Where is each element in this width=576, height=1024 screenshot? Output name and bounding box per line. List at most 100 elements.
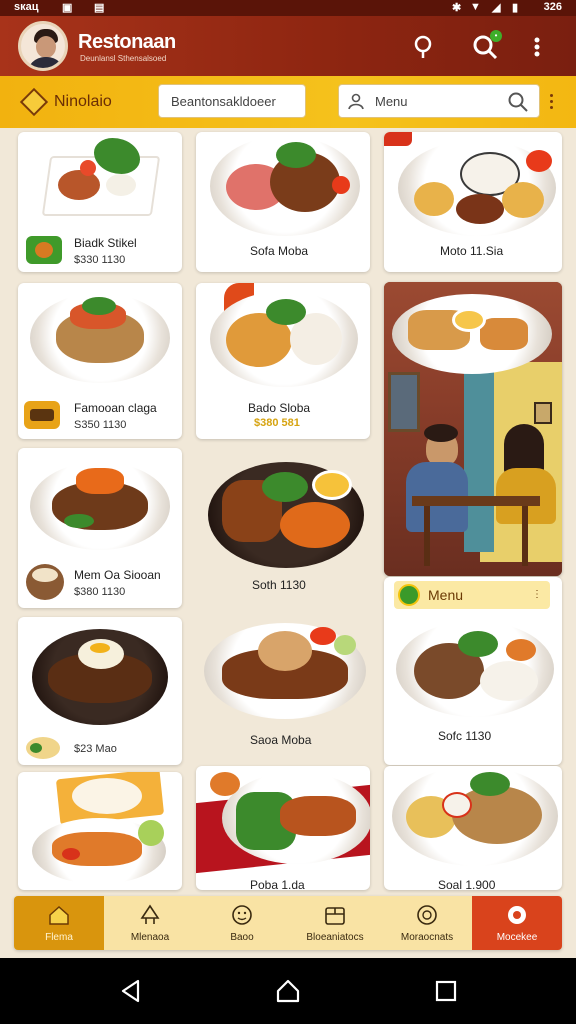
dish-title: Soth 1130 xyxy=(252,578,306,592)
dish-card[interactable]: Soal 1.900 xyxy=(384,766,562,890)
dish-image xyxy=(208,462,364,568)
dish-card[interactable]: Mem Oa Siooan $380 1130 xyxy=(18,448,182,608)
bluetooth-icon: ✱ xyxy=(452,2,462,14)
dish-card[interactable]: Famooan claga S350 1130 xyxy=(18,283,182,439)
flower-icon xyxy=(508,906,526,924)
dish-image xyxy=(206,283,362,391)
dish-image xyxy=(36,136,166,226)
face-icon xyxy=(232,905,252,925)
battery-icon: ▮ xyxy=(512,2,519,14)
dish-price: $380 581 xyxy=(254,417,300,429)
dish-thumb xyxy=(26,236,62,264)
nav-label: Mlenaoa xyxy=(130,932,170,943)
nav-item-bag[interactable]: Baoo xyxy=(196,896,288,950)
search-icon[interactable]: • xyxy=(470,30,502,62)
wifi-icon: ▼ xyxy=(470,1,481,13)
dish-card[interactable]: Bado Sloba $380 581 xyxy=(196,283,370,439)
dish-image xyxy=(28,772,174,884)
signal-icon: ◢ xyxy=(492,2,501,14)
dish-title: Biadk Stikel xyxy=(74,236,137,250)
nav-label: Bloeaniatocs xyxy=(306,932,364,943)
diamond-icon xyxy=(19,87,49,117)
dish-title: Sofa Moba xyxy=(250,244,309,258)
back-icon[interactable] xyxy=(118,978,144,1004)
dish-card[interactable]: Poba 1.da xyxy=(196,766,370,890)
dish-card[interactable]: Biadk Stikel $330 1130 xyxy=(18,132,182,272)
notification-badge: • xyxy=(490,30,502,42)
app-bar: Restonaan Deunlansl Sthensalsoed • xyxy=(0,16,576,76)
system-nav-bar xyxy=(0,958,576,1024)
dish-image xyxy=(398,140,556,236)
dish-thumb xyxy=(24,401,60,429)
toolbar: Ninolaio Beantonsakldoeer Menu xyxy=(0,76,576,128)
app-subtitle: Deunlansl Sthensalsoed xyxy=(80,54,167,63)
dish-image xyxy=(210,136,360,236)
dish-image xyxy=(392,766,558,866)
location-field-text: Beantonsakldoeer xyxy=(171,94,276,109)
dish-card[interactable]: Moto 11.Sia xyxy=(384,132,562,272)
nav-item-home[interactable]: Flema xyxy=(14,896,104,950)
dish-price: $23 Mao xyxy=(74,743,117,755)
dish-image xyxy=(396,621,554,717)
status-bar: ѕкац ▣ ▤ ✱ ▼ ◢ ▮ 326 xyxy=(0,0,576,16)
search-icon[interactable] xyxy=(507,91,529,113)
dish-thumb xyxy=(26,737,60,759)
dish-card[interactable] xyxy=(18,772,182,890)
nav-label: Baoo xyxy=(230,932,254,943)
nav-label: Mocekee xyxy=(496,932,538,943)
nav-label: Moraocnats xyxy=(400,932,454,943)
dish-thumb xyxy=(26,564,64,600)
dish-title: Soal 1.900 xyxy=(438,878,496,890)
dish-image xyxy=(32,629,168,725)
home-button-icon[interactable] xyxy=(275,978,301,1004)
dish-card[interactable]: Saoa Moba xyxy=(196,617,370,765)
nav-label: Flema xyxy=(45,932,73,943)
app-title: Restonaan xyxy=(78,31,176,53)
dish-price: $380 1130 xyxy=(74,586,126,598)
home-icon xyxy=(49,905,69,925)
dish-image xyxy=(196,766,370,874)
notification-icon: ▣ xyxy=(62,2,73,14)
dish-title: Poba 1.da xyxy=(250,878,305,890)
search-placeholder: Menu xyxy=(375,94,408,109)
recents-icon[interactable] xyxy=(433,978,459,1004)
leaf-icon xyxy=(398,584,420,606)
avatar[interactable] xyxy=(18,21,68,71)
sim-icon: ▤ xyxy=(94,2,105,14)
dish-image xyxy=(204,623,366,719)
badge xyxy=(384,132,412,146)
status-time: ѕкац xyxy=(14,1,39,13)
bottom-nav: Flema Mlenaoa Baoo Bloeaniatocs Moraocna… xyxy=(14,896,562,950)
dish-title: Famooan claga xyxy=(74,401,157,415)
battery-level: 326 xyxy=(543,1,562,13)
dish-title: Mem Oa Siooan xyxy=(74,568,161,582)
menu-chip[interactable]: Menu ⋮ xyxy=(394,581,550,609)
overflow-menu-icon[interactable] xyxy=(532,32,542,62)
nav-item-reservations[interactable]: Bloeaniatocs xyxy=(288,896,382,950)
dish-image xyxy=(30,293,170,383)
location-icon[interactable] xyxy=(408,32,438,62)
dish-card[interactable]: Sofa Moba xyxy=(196,132,370,272)
dish-title: Bado Sloba xyxy=(248,401,311,415)
location-field[interactable]: Beantonsakldoeer xyxy=(158,84,306,118)
dish-card[interactable]: $23 Mao xyxy=(18,617,182,765)
tree-icon xyxy=(140,904,160,924)
toolbar-more-icon[interactable] xyxy=(550,94,554,109)
dish-image xyxy=(30,462,170,550)
search-input[interactable]: Menu xyxy=(338,84,540,118)
nav-item-more[interactable]: Mocekee xyxy=(472,896,562,950)
dish-title: Sofc 1130 xyxy=(438,729,492,743)
nav-item-menu[interactable]: Mlenaoa xyxy=(104,896,196,950)
brand-label: Ninolaio xyxy=(54,93,112,110)
restaurant-photo xyxy=(384,282,562,576)
dish-card[interactable]: Soth 1130 xyxy=(196,448,370,608)
person-icon xyxy=(348,93,364,110)
dish-title: Saoa Moba xyxy=(250,733,312,747)
box-icon xyxy=(325,907,345,925)
menu-chip-label: Menu xyxy=(428,587,464,603)
plate-icon xyxy=(417,905,437,925)
dish-price: S350 1130 xyxy=(74,419,127,431)
nav-item-restaurants[interactable]: Moraocnats xyxy=(382,896,472,950)
menu-chip-more-icon[interactable]: ⋮ xyxy=(532,589,542,600)
dish-price: $330 1130 xyxy=(74,254,126,266)
